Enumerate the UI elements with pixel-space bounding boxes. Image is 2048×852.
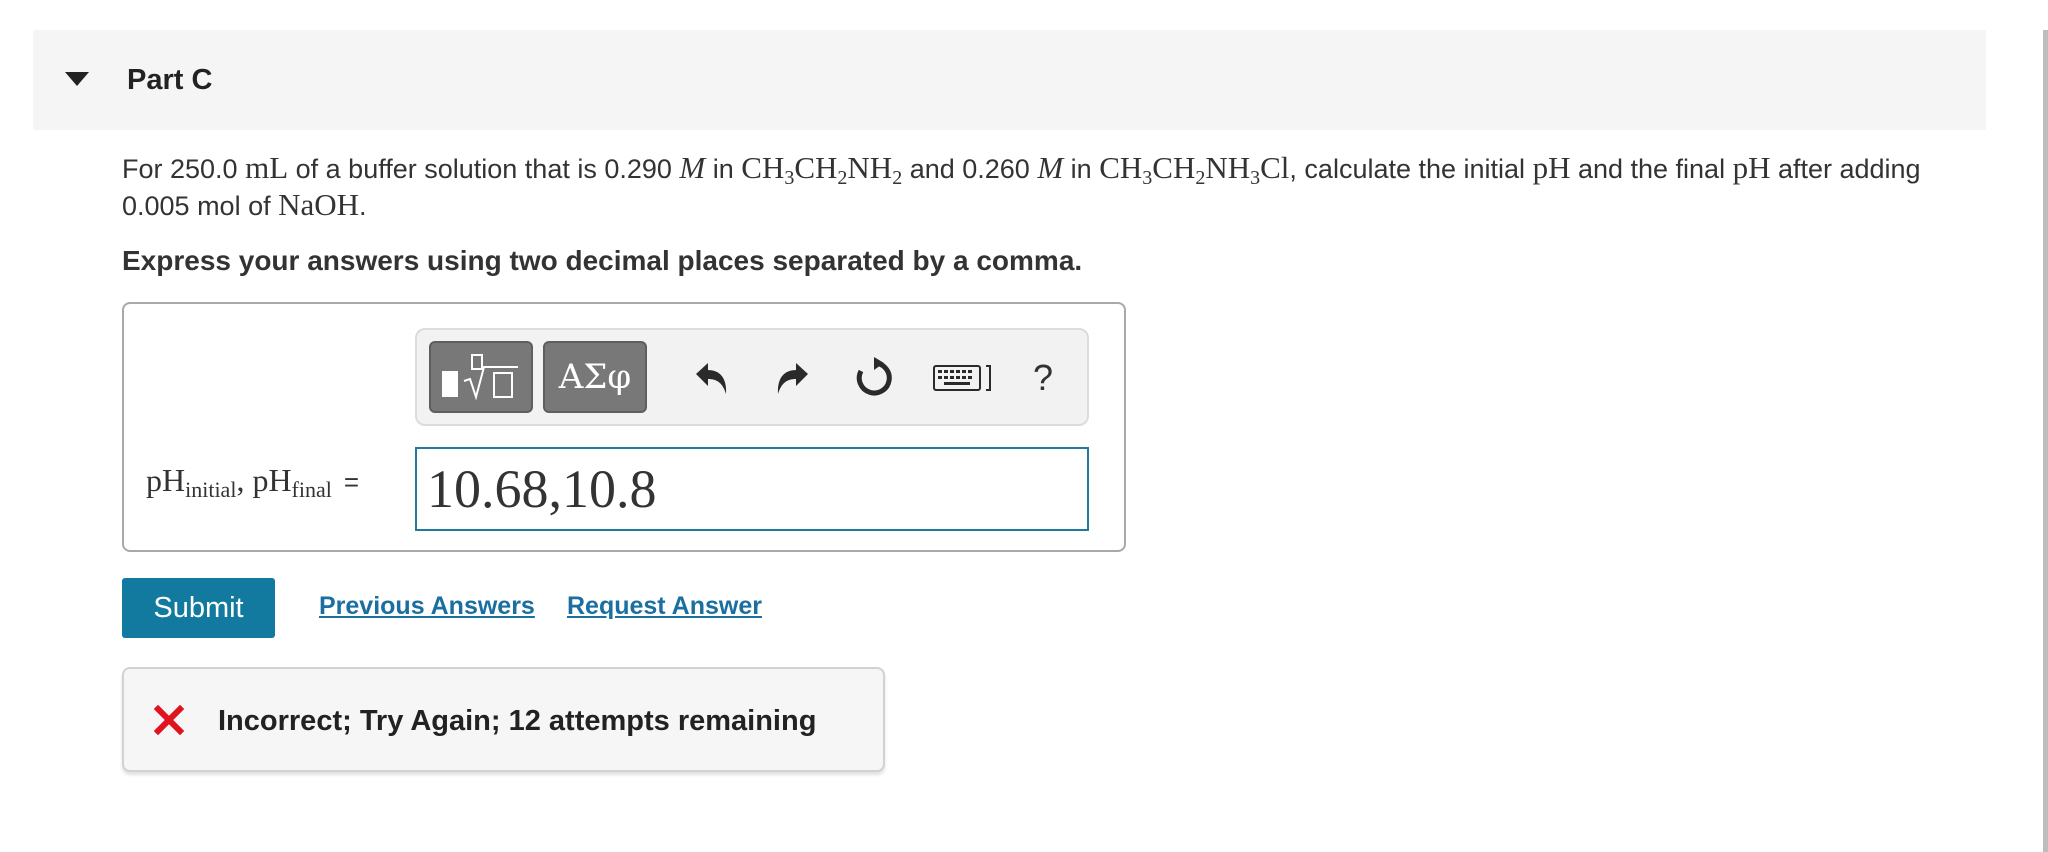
templates-icon xyxy=(442,354,518,401)
answer-input[interactable]: 10.68,10.8 xyxy=(415,447,1089,531)
undo-button[interactable] xyxy=(684,350,740,406)
undo-icon xyxy=(696,363,727,394)
part-title: Part C xyxy=(127,64,213,96)
feedback-box: Incorrect; Try Again; 12 attempts remain… xyxy=(122,667,885,772)
submit-button[interactable]: Submit xyxy=(122,578,275,638)
answer-label: pHinitial, pHfinal = xyxy=(146,462,360,502)
formula-ethylamine: CH3CH2NH2 xyxy=(741,150,903,189)
reset-button[interactable] xyxy=(846,350,902,406)
keyboard-button[interactable] xyxy=(930,350,998,406)
request-answer-link[interactable]: Request Answer xyxy=(567,592,762,621)
answer-box: ΑΣφ ? pHinitial, pHfinal = 10.68,10.8 xyxy=(122,302,1126,552)
math-toolbar: ΑΣφ ? xyxy=(415,328,1089,426)
part-header[interactable]: Part C xyxy=(33,30,1986,130)
feedback-message: Incorrect; Try Again; 12 attempts remain… xyxy=(218,705,817,737)
templates-button[interactable] xyxy=(429,341,533,413)
symbols-button[interactable]: ΑΣφ xyxy=(543,341,647,413)
instruction-text: Express your answers using two decimal p… xyxy=(122,245,1083,276)
collapse-caret-icon[interactable] xyxy=(65,72,89,86)
question-text: For 250.0 mL of a buffer solution that i… xyxy=(122,150,1921,222)
previous-answers-link[interactable]: Previous Answers xyxy=(319,592,535,621)
reset-icon xyxy=(856,357,892,396)
page: Part C For 250.0 mL of a buffer solution… xyxy=(0,0,2048,852)
redo-button[interactable] xyxy=(764,350,820,406)
scrollbar[interactable] xyxy=(2043,30,2048,852)
incorrect-x-icon xyxy=(154,705,184,735)
redo-icon xyxy=(777,363,808,394)
keyboard-icon xyxy=(933,365,991,391)
formula-ethylammonium-chloride: CH3CH2NH3Cl xyxy=(1099,150,1290,189)
help-button[interactable]: ? xyxy=(1015,350,1071,406)
